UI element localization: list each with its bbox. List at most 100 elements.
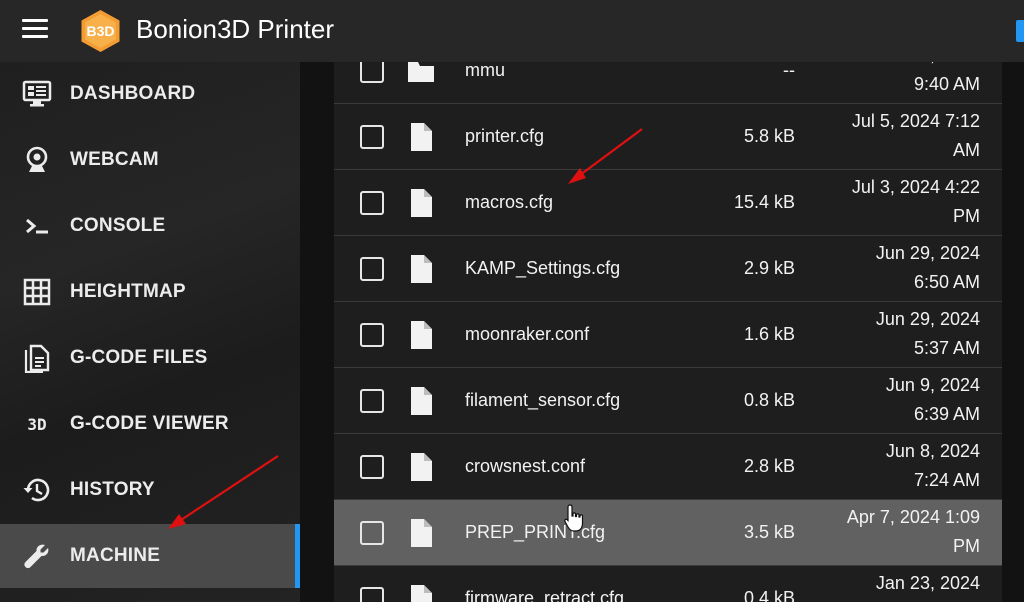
app-logo: B3D bbox=[80, 9, 121, 53]
sidebar-item-history[interactable]: HISTORY bbox=[0, 458, 300, 522]
sidebar-item-g-code-files[interactable]: G-CODE FILES bbox=[0, 326, 300, 390]
top-bar-button-edge[interactable] bbox=[1016, 20, 1024, 42]
sidebar-item-g-code-viewer[interactable]: 3D G-CODE VIEWER bbox=[0, 392, 300, 456]
file-icon bbox=[407, 188, 435, 218]
file-row[interactable]: macros.cfg 15.4 kB Jul 3, 2024 4:22 PM bbox=[334, 170, 1002, 236]
sidebar-item-label: G-CODE VIEWER bbox=[70, 413, 229, 434]
sidebar-item-label: WEBCAM bbox=[70, 149, 159, 170]
grid-icon bbox=[22, 277, 52, 307]
file-time-line: 5:37 AM bbox=[913, 338, 980, 358]
console-icon bbox=[22, 211, 52, 241]
file-size: 5.8 kB bbox=[743, 126, 795, 146]
file-icon bbox=[407, 320, 435, 350]
file-modified-date: Jan 23, 2024 bbox=[820, 569, 980, 598]
file-row[interactable]: filament_sensor.cfg 0.8 kB Jun 9, 2024 6:39… bbox=[334, 368, 1002, 434]
3d-icon: 3D bbox=[27, 414, 47, 434]
row-checkbox[interactable] bbox=[360, 521, 384, 545]
sidebar-item-label: HEIGHTMAP bbox=[70, 281, 186, 302]
file-list-panel: mmu -- Mar 29, 2024 9:40 AM printer.cfg 5.8 k… bbox=[334, 62, 1002, 602]
file-modified-date: Jun 8, 2024 7:24 AM bbox=[820, 437, 980, 495]
sidebar-item-label: HISTORY bbox=[70, 479, 155, 500]
sidebar-nav: DASHBOARD WEBCAM CONSOLE HEIGHTMAP G-CODE FI… bbox=[0, 62, 300, 602]
hand-pointer-cursor-icon bbox=[563, 503, 587, 533]
file-time-line: 9:40 AM bbox=[913, 74, 980, 94]
row-checkbox[interactable] bbox=[360, 125, 384, 149]
file-name[interactable]: crowsnest.conf bbox=[465, 456, 585, 477]
file-size: 0.4 kB bbox=[743, 588, 795, 602]
file-name[interactable]: firmware_retract.cfg bbox=[465, 588, 624, 602]
file-time-line: 6:39 AM bbox=[913, 404, 980, 424]
row-checkbox[interactable] bbox=[360, 587, 384, 602]
row-checkbox[interactable] bbox=[360, 455, 384, 479]
file-time-line: AM bbox=[953, 140, 980, 160]
sidebar-item-console[interactable]: CONSOLE bbox=[0, 194, 300, 258]
file-modified-date: Jun 9, 2024 6:39 AM bbox=[820, 371, 980, 429]
file-date-line: Jun 9, 2024 bbox=[885, 375, 980, 395]
row-checkbox[interactable] bbox=[360, 323, 384, 347]
file-row[interactable]: printer.cfg 5.8 kB Jul 5, 2024 7:12 AM bbox=[334, 104, 1002, 170]
row-checkbox[interactable] bbox=[360, 389, 384, 413]
sidebar-item-label: MACHINE bbox=[70, 545, 161, 566]
file-icon bbox=[407, 584, 435, 602]
file-name[interactable]: mmu bbox=[465, 62, 505, 81]
file-row[interactable]: KAMP_Settings.cfg 2.9 kB Jun 29, 2024 6:50 … bbox=[334, 236, 1002, 302]
svg-text:B3D: B3D bbox=[86, 23, 114, 39]
file-row[interactable]: crowsnest.conf 2.8 kB Jun 8, 2024 7:24 AM bbox=[334, 434, 1002, 500]
file-modified-date: Jul 3, 2024 4:22 PM bbox=[820, 173, 980, 231]
file-modified-date: Jun 29, 2024 6:50 AM bbox=[820, 239, 980, 297]
sidebar-item-heightmap[interactable]: HEIGHTMAP bbox=[0, 260, 300, 324]
sidebar-item-label: CONSOLE bbox=[70, 215, 166, 236]
file-name[interactable]: filament_sensor.cfg bbox=[465, 390, 620, 411]
file-row[interactable]: moonraker.conf 1.6 kB Jun 29, 2024 5:37 AM bbox=[334, 302, 1002, 368]
sidebar-item-webcam[interactable]: WEBCAM bbox=[0, 128, 300, 192]
file-date-line: Apr 7, 2024 1:09 bbox=[846, 507, 980, 527]
hamburger-menu-icon[interactable] bbox=[22, 19, 50, 43]
row-checkbox[interactable] bbox=[360, 191, 384, 215]
file-icon bbox=[407, 122, 435, 152]
file-time-line: PM bbox=[953, 536, 980, 556]
sidebar-item-label: DASHBOARD bbox=[70, 83, 196, 104]
file-size: -- bbox=[783, 62, 795, 80]
file-icon bbox=[407, 386, 435, 416]
file-name[interactable]: KAMP_Settings.cfg bbox=[465, 258, 620, 279]
file-date-line: Jan 23, 2024 bbox=[875, 573, 980, 593]
file-modified-date: Apr 7, 2024 1:09 PM bbox=[820, 503, 980, 561]
file-name[interactable]: macros.cfg bbox=[465, 192, 553, 213]
app-bar: B3D Bonion3D Printer bbox=[0, 0, 1024, 62]
file-time-line: 7:24 AM bbox=[913, 470, 980, 490]
file-icon bbox=[407, 452, 435, 482]
content-gutter bbox=[300, 62, 334, 602]
history-icon bbox=[22, 475, 52, 505]
file-date-line: Jun 29, 2024 bbox=[875, 309, 980, 329]
file-row[interactable]: mmu -- Mar 29, 2024 9:40 AM bbox=[334, 62, 1002, 104]
app-title: Bonion3D Printer bbox=[136, 14, 334, 44]
file-time-line: 6:50 AM bbox=[913, 272, 980, 292]
file-row[interactable]: firmware_retract.cfg 0.4 kB Jan 23, 2024 bbox=[334, 566, 1002, 602]
sidebar-item-machine[interactable]: MACHINE bbox=[0, 524, 300, 588]
file-modified-date: Mar 29, 2024 9:40 AM bbox=[820, 62, 980, 99]
file-size: 0.8 kB bbox=[743, 390, 795, 410]
file-date-line: Jul 3, 2024 4:22 bbox=[851, 177, 980, 197]
file-icon bbox=[407, 518, 435, 548]
wrench-icon bbox=[22, 541, 52, 571]
file-size: 2.8 kB bbox=[743, 456, 795, 476]
file-icon bbox=[407, 254, 435, 284]
sidebar-item-label: G-CODE FILES bbox=[70, 347, 208, 368]
folder-icon bbox=[407, 62, 435, 86]
file-modified-date: Jun 29, 2024 5:37 AM bbox=[820, 305, 980, 363]
row-checkbox[interactable] bbox=[360, 257, 384, 281]
file-name[interactable]: moonraker.conf bbox=[465, 324, 589, 345]
file-size: 15.4 kB bbox=[733, 192, 795, 212]
sidebar-item-dashboard[interactable]: DASHBOARD bbox=[0, 62, 300, 126]
row-checkbox[interactable] bbox=[360, 62, 384, 83]
file-date-line: Jun 29, 2024 bbox=[875, 243, 980, 263]
file-time-line: PM bbox=[953, 206, 980, 226]
file-date-line: Jun 8, 2024 bbox=[885, 441, 980, 461]
file-modified-date: Jul 5, 2024 7:12 AM bbox=[820, 107, 980, 165]
file-size: 1.6 kB bbox=[743, 324, 795, 344]
monitor-dashboard-icon bbox=[22, 79, 52, 109]
webcam-icon bbox=[22, 145, 52, 175]
file-size: 2.9 kB bbox=[743, 258, 795, 278]
file-row[interactable]: PREP_PRINT.cfg 3.5 kB Apr 7, 2024 1:09 PM bbox=[334, 500, 1002, 566]
file-name[interactable]: printer.cfg bbox=[465, 126, 544, 147]
